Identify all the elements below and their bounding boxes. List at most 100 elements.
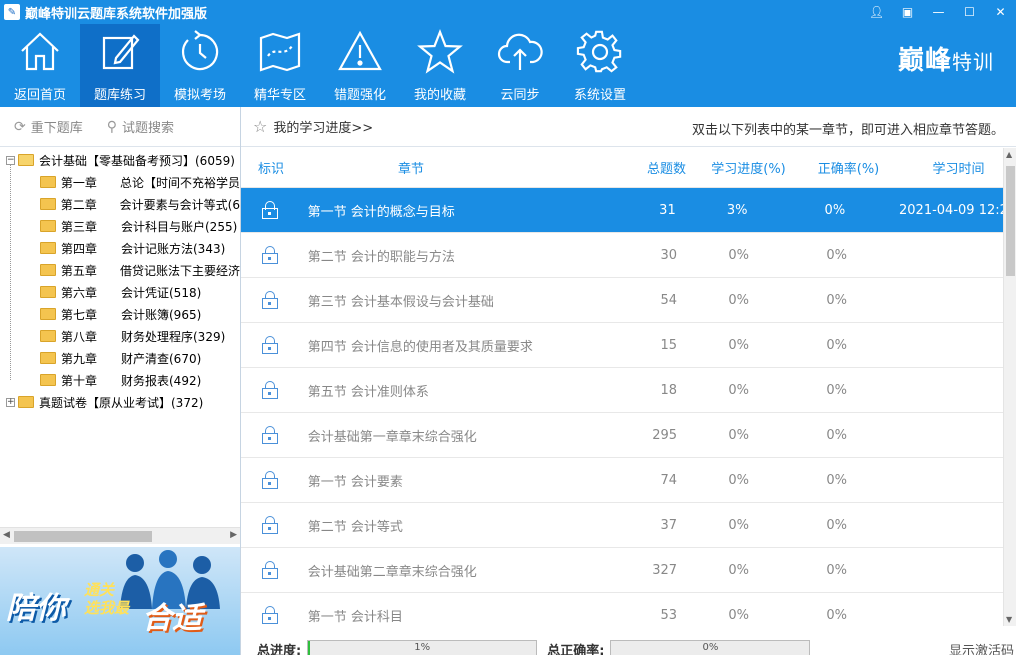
chapter-number: 第三章 [61, 219, 98, 234]
row-progress: 0% [728, 382, 749, 398]
toolbar-practice[interactable]: 题库练习 [80, 24, 160, 107]
scroll-right-icon[interactable]: ▶ [230, 530, 237, 540]
row-mark [241, 291, 300, 309]
folder-icon [40, 352, 56, 364]
header-time[interactable]: 学习时间 [906, 158, 1003, 177]
toolbar-essence[interactable]: 精华专区 [240, 24, 320, 107]
folder-icon [40, 198, 56, 210]
header-mark[interactable]: 标识 [241, 158, 301, 177]
reload-bank-button[interactable]: ⟳ 重下题库 [14, 117, 83, 137]
title-bar: ✎ 巅峰特训云题库系统软件加强版 👤︎ ▣ — ☐ ✕ [0, 0, 1016, 24]
chapter-number: 第七章 [61, 307, 98, 322]
toolbar-exam[interactable]: 模拟考场 [160, 24, 240, 107]
table-row[interactable]: 第一节 会计要素 74 0% 0% [241, 458, 1003, 503]
expand-icon[interactable]: + [6, 397, 15, 407]
banner-small-2: 选我最 [84, 599, 130, 617]
tree-item-chapter-5[interactable]: 第五章 借贷记账法下主要经济 [40, 259, 240, 281]
table-row[interactable]: 第三节 会计基本假设与会计基础 54 0% 0% [241, 278, 1003, 323]
row-total: 37 [660, 517, 678, 533]
search-questions-button[interactable]: ⚲ 试题搜索 [107, 117, 174, 137]
table-row[interactable]: 第一节 会计的概念与目标 31 3% 0% 2021-04-09 12:27 [241, 188, 1003, 233]
chapter-name: 会计要素与会计等式(6 [119, 197, 240, 212]
chapter-name: 财务处理程序(329) [121, 329, 226, 344]
tree-root-exam-papers[interactable]: + 真题试卷【原从业考试】(372) [0, 391, 240, 413]
tree-item-chapter-9[interactable]: 第九章 财产清查(670) [40, 347, 240, 369]
scrollbar-thumb[interactable] [1006, 166, 1015, 276]
row-mark [241, 336, 300, 354]
tree-item-chapter-6[interactable]: 第六章 会计凭证(518) [40, 281, 240, 303]
promo-banner[interactable]: 陪你 通关 选我最 合适 [0, 547, 240, 655]
toolbar-mistakes[interactable]: 错题强化 [320, 24, 400, 107]
table-row[interactable]: 会计基础第二章章末综合强化 327 0% 0% [241, 548, 1003, 593]
unlock-icon [262, 426, 279, 444]
total-progress-bar: 1% [307, 640, 538, 655]
toolbar-home[interactable]: 返回首页 [0, 24, 80, 107]
chapter-name: 借贷记账法下主要经济 [119, 263, 240, 278]
scroll-down-icon[interactable]: ▼ [1006, 615, 1012, 624]
tree-item-chapter-8[interactable]: 第八章 财务处理程序(329) [40, 325, 240, 347]
row-progress: 0% [728, 472, 749, 488]
app-icon: ✎ [4, 4, 20, 20]
header-progress[interactable]: 学习进度(%) [706, 158, 791, 177]
table-vertical-scrollbar[interactable]: ▲ ▼ [1003, 148, 1016, 626]
unlock-icon [262, 561, 279, 579]
chapter-name: 总论【时间不充裕学员 [119, 175, 240, 190]
row-accuracy: 0% [826, 517, 847, 533]
row-accuracy: 0% [824, 202, 846, 218]
unlock-icon [262, 336, 279, 354]
row-accuracy: 0% [826, 607, 847, 623]
tree-horizontal-scrollbar[interactable]: ◀ ▶ [0, 527, 240, 544]
progress-hint: 双击以下列表中的某一章节，即可进入相应章节答题。 [691, 123, 1004, 138]
toolbar-exam-label: 模拟考场 [173, 88, 226, 103]
tree-item-chapter-7[interactable]: 第七章 会计账簿(965) [40, 303, 240, 325]
scroll-up-icon[interactable]: ▲ [1006, 150, 1012, 159]
maximize-icon[interactable]: ☐ [954, 0, 985, 24]
table-row[interactable]: 第二节 会计的职能与方法 30 0% 0% [241, 233, 1003, 278]
progress-title[interactable]: 我的学习进度>> [273, 117, 373, 136]
close-icon[interactable]: ✕ [985, 0, 1016, 24]
row-mark [241, 381, 300, 399]
chapter-number: 第四章 [61, 241, 98, 256]
toolbar-favorites[interactable]: 我的收藏 [400, 24, 480, 107]
chapter-number: 第九章 [61, 351, 98, 366]
tree-item-chapter-1[interactable]: 第一章 总论【时间不充裕学员 [40, 171, 240, 193]
minimize-icon[interactable]: — [923, 0, 954, 24]
table-row[interactable]: 会计基础第一章章末综合强化 295 0% 0% [241, 413, 1003, 458]
toolbar-practice-label: 题库练习 [93, 88, 146, 103]
main-toolbar: 返回首页 题库练习 模拟考场 精华专区 错题强化 我的收藏 云同步 系统设置 巅… [0, 24, 1016, 107]
table-row[interactable]: 第四节 会计信息的使用者及其质量要求 15 0% 0% [241, 323, 1003, 368]
table-row[interactable]: 第一节 会计科目 53 0% 0% [241, 593, 1003, 626]
show-activation-code-link[interactable]: 显示激活码 [949, 640, 1014, 655]
scrollbar-thumb[interactable] [14, 531, 152, 542]
cloud-upload-icon [497, 33, 543, 70]
window-title: 巅峰特训云题库系统软件加强版 [25, 6, 208, 22]
table-row[interactable]: 第二节 会计等式 37 0% 0% [241, 503, 1003, 548]
tree-item-chapter-2[interactable]: 第二章 会计要素与会计等式(6 [40, 193, 240, 215]
star-outline-icon: ☆ [253, 117, 268, 136]
row-total: 53 [660, 607, 678, 623]
row-progress: 0% [728, 562, 749, 578]
tree-root-basics[interactable]: − 会计基础【零基础备考预习】(6059) [0, 149, 240, 171]
row-accuracy: 0% [826, 427, 847, 443]
toolbar-sync[interactable]: 云同步 [480, 24, 560, 107]
row-chapter: 第二节 会计等式 [307, 519, 403, 535]
user-icon[interactable]: 👤︎ [861, 0, 892, 24]
row-mark [241, 561, 300, 579]
row-mark [241, 426, 300, 444]
toolbar-settings[interactable]: 系统设置 [560, 24, 640, 107]
menu-icon[interactable]: ▣ [892, 0, 923, 24]
unlock-icon [262, 471, 279, 489]
total-progress-text: 1% [414, 642, 431, 653]
header-total[interactable]: 总题数 [601, 158, 706, 177]
row-chapter: 第一节 会计科目 [307, 609, 403, 625]
tree-item-chapter-10[interactable]: 第十章 财务报表(492) [40, 369, 240, 391]
toolbar-essence-label: 精华专区 [253, 88, 306, 103]
header-accuracy[interactable]: 正确率(%) [791, 158, 906, 177]
header-chapter[interactable]: 章节 [301, 158, 601, 177]
table-row[interactable]: 第五节 会计准则体系 18 0% 0% [241, 368, 1003, 413]
scroll-left-icon[interactable]: ◀ [3, 530, 10, 540]
tree-item-chapter-3[interactable]: 第三章 会计科目与账户(255) [40, 215, 240, 237]
collapse-icon[interactable]: − [6, 155, 15, 165]
banner-text-2: 合适 [142, 601, 202, 636]
tree-item-chapter-4[interactable]: 第四章 会计记账方法(343) [40, 237, 240, 259]
